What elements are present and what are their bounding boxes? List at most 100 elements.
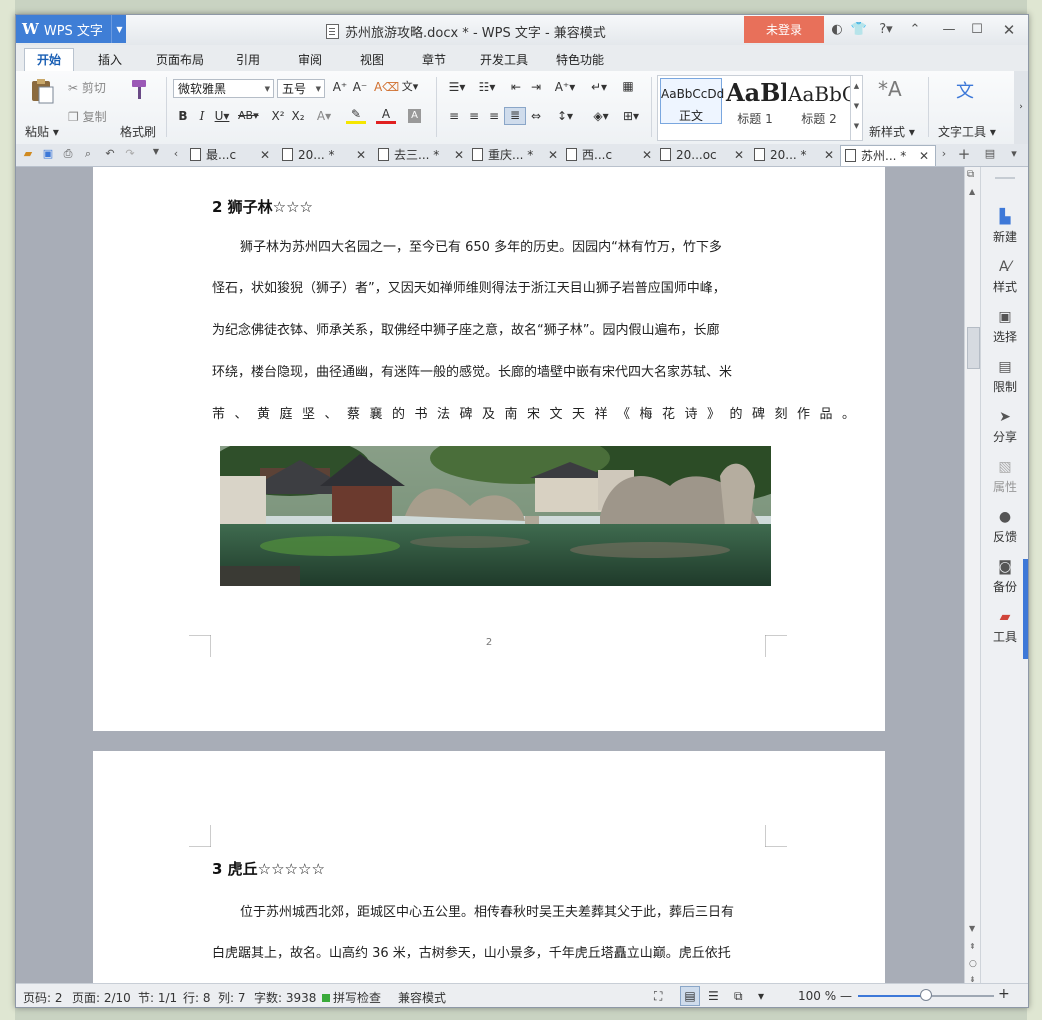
tab-insert[interactable]: 插入 (86, 49, 134, 71)
paste-button[interactable]: 粘贴 ▾ (25, 123, 59, 140)
redo-icon[interactable]: ↷ (122, 147, 138, 160)
shrink-font-icon[interactable]: A⁻ (350, 80, 370, 94)
tab-close-icon[interactable]: ✕ (642, 145, 652, 165)
zoom-out-icon[interactable]: — (840, 989, 852, 1003)
table-icon[interactable]: ▦ (618, 79, 638, 93)
panel-restrict[interactable]: ▤ 限制 (981, 359, 1028, 395)
new-style-button[interactable]: 新样式 ▾ (869, 123, 915, 140)
print-preview-icon[interactable]: ⌕ (80, 147, 96, 161)
tab-list-icon[interactable]: ▤ (982, 147, 998, 160)
highlight-icon[interactable]: ✎ (346, 107, 366, 124)
style-normal[interactable]: AaBbCcDd 正文 (660, 78, 724, 124)
tab-close-icon[interactable]: ✕ (260, 145, 270, 165)
char-shading-icon[interactable]: A (408, 109, 421, 123)
tab-chapter[interactable]: 章节 (410, 49, 458, 71)
panel-properties[interactable]: ▧ 属性 (981, 459, 1028, 495)
shirt-icon[interactable]: 👕 (850, 21, 868, 39)
decrease-indent-icon[interactable]: ⇤ (506, 80, 526, 94)
tab-page-layout[interactable]: 页面布局 (144, 49, 216, 71)
tab-review[interactable]: 审阅 (286, 49, 334, 71)
doc-tab[interactable]: 最...c ✕ (190, 145, 280, 165)
doc-tab[interactable]: 20...oc ✕ (660, 145, 752, 165)
panel-backup[interactable]: ◙ 备份 (981, 559, 1028, 595)
maximize-icon[interactable]: ☐ (968, 21, 986, 39)
paragraph-mark-icon[interactable]: ↵▾ (588, 80, 610, 94)
tab-close-icon[interactable]: ✕ (454, 145, 464, 165)
new-tab-icon[interactable]: + (956, 145, 972, 163)
quick-access-dropdown[interactable]: ▼ (148, 147, 164, 156)
style-heading1[interactable]: AaBb 标题 1 (724, 78, 786, 136)
prev-page-icon[interactable]: ⇞ (969, 942, 976, 951)
font-color-icon[interactable]: A (376, 107, 396, 124)
status-pages[interactable]: 页面: 2/10 (72, 989, 131, 1006)
tab-close-icon[interactable]: ✕ (356, 145, 366, 165)
tab-close-icon[interactable]: ✕ (824, 145, 834, 165)
text-effect-icon[interactable]: A▾ (314, 109, 334, 123)
distribute-icon[interactable]: ⇔ (526, 109, 546, 123)
line-spacing-icon[interactable]: ↕▾ (552, 109, 578, 123)
web-view-icon[interactable]: ⧉ (734, 989, 743, 1004)
scroll-up-arrow[interactable]: ▲ (969, 187, 975, 196)
zoom-in-icon[interactable]: + (998, 986, 1010, 1002)
panel-share[interactable]: ➤ 分享 (981, 409, 1028, 445)
doc-tab[interactable]: 西...c ✕ (566, 145, 658, 165)
tab-developer[interactable]: 开发工具 (468, 49, 540, 71)
style-heading2[interactable]: AaBbC 标题 2 (788, 78, 850, 136)
tab-home[interactable]: 开始 (24, 48, 75, 72)
shading-icon[interactable]: ◈▾ (588, 109, 614, 123)
char-format-icon[interactable]: A⁺▾ (552, 80, 578, 94)
status-page-code[interactable]: 页码: 2 (23, 989, 63, 1006)
page-view-icon[interactable]: ▤ (680, 986, 700, 1006)
align-center-icon[interactable]: ≡ (464, 109, 484, 123)
doc-tab[interactable]: 去三... * ✕ (378, 145, 470, 165)
panel-tools[interactable]: ▰ 工具 (981, 609, 1028, 645)
browse-object-icon[interactable]: ○ (969, 959, 977, 969)
strikethrough-icon[interactable]: AB▾ (238, 109, 259, 122)
justify-icon[interactable]: ≣ (504, 107, 526, 125)
collapse-ribbon-icon[interactable]: ⌃ (906, 21, 924, 39)
doc-tab[interactable]: 20... * ✕ (754, 145, 846, 165)
superscript-icon[interactable]: X² (268, 109, 288, 123)
save-icon[interactable]: ▣ (40, 147, 56, 160)
tabs-scroll-left[interactable]: ‹ (168, 147, 184, 160)
scroll-down-arrow[interactable]: ▼ (969, 924, 975, 933)
align-left-icon[interactable]: ≡ (444, 109, 464, 123)
format-painter-icon[interactable] (126, 77, 152, 103)
tab-close-icon[interactable]: ✕ (919, 146, 929, 166)
subscript-icon[interactable]: X₂ (288, 109, 308, 123)
format-painter-button[interactable]: 格式刷 (120, 123, 156, 140)
style-gallery-scroll[interactable]: ▲ ▼ ▼ (850, 76, 862, 140)
bullet-list-icon[interactable]: ☰▾ (444, 80, 470, 94)
app-menu-button[interactable]: W WPS 文字 (16, 15, 126, 43)
align-right-icon[interactable]: ≡ (484, 109, 504, 123)
status-word-count[interactable]: 字数: 3938 (254, 989, 316, 1006)
tab-references[interactable]: 引用 (224, 49, 272, 71)
panel-collapse-handle[interactable] (1023, 559, 1028, 659)
login-button[interactable]: 未登录 (744, 16, 824, 43)
vertical-scrollbar[interactable]: ⧉ ▲ ▼ ⇞ ○ ⇟ (964, 167, 981, 984)
italic-icon[interactable]: I (192, 109, 212, 123)
undo-icon[interactable]: ↶ (102, 147, 118, 160)
minimize-icon[interactable]: — (940, 21, 958, 39)
panel-feedback[interactable]: ● 反馈 (981, 509, 1028, 545)
panel-new[interactable]: ▙ 新建 (981, 209, 1028, 245)
copy-button[interactable]: ❐ 复制 (68, 108, 107, 125)
new-style-icon[interactable]: *A (878, 77, 902, 101)
tab-menu-icon[interactable]: ▾ (1006, 147, 1022, 160)
tab-view[interactable]: 视图 (348, 49, 396, 71)
cut-button[interactable]: ✂ 剪切 (68, 79, 106, 96)
doc-tab-active[interactable]: 苏州... * ✕ (840, 145, 936, 166)
document-page[interactable]: 2 狮子林☆☆☆ 狮子林为苏州四大名园之一，至今已有 650 多年的历史。因园内… (93, 167, 885, 731)
tab-special[interactable]: 特色功能 (544, 49, 616, 71)
skin-icon[interactable]: ◐ (828, 21, 846, 39)
document-page[interactable]: 3 虎丘☆☆☆☆☆ 位于苏州城西北郊，距城区中心五公里。相传春秋时吴王夫差葬其父… (93, 751, 885, 983)
tab-close-icon[interactable]: ✕ (734, 145, 744, 165)
font-size-select[interactable]: 五号 ▼ (277, 79, 325, 98)
paste-icon[interactable] (28, 77, 58, 104)
text-tools-icon[interactable]: 文 (956, 77, 974, 103)
panel-style[interactable]: A⁄ 样式 (981, 259, 1028, 295)
help-icon[interactable]: ?▾ (874, 21, 898, 39)
tab-close-icon[interactable]: ✕ (548, 145, 558, 165)
doc-tab[interactable]: 20... * ✕ (282, 145, 374, 165)
status-col[interactable]: 列: 7 (218, 989, 246, 1006)
